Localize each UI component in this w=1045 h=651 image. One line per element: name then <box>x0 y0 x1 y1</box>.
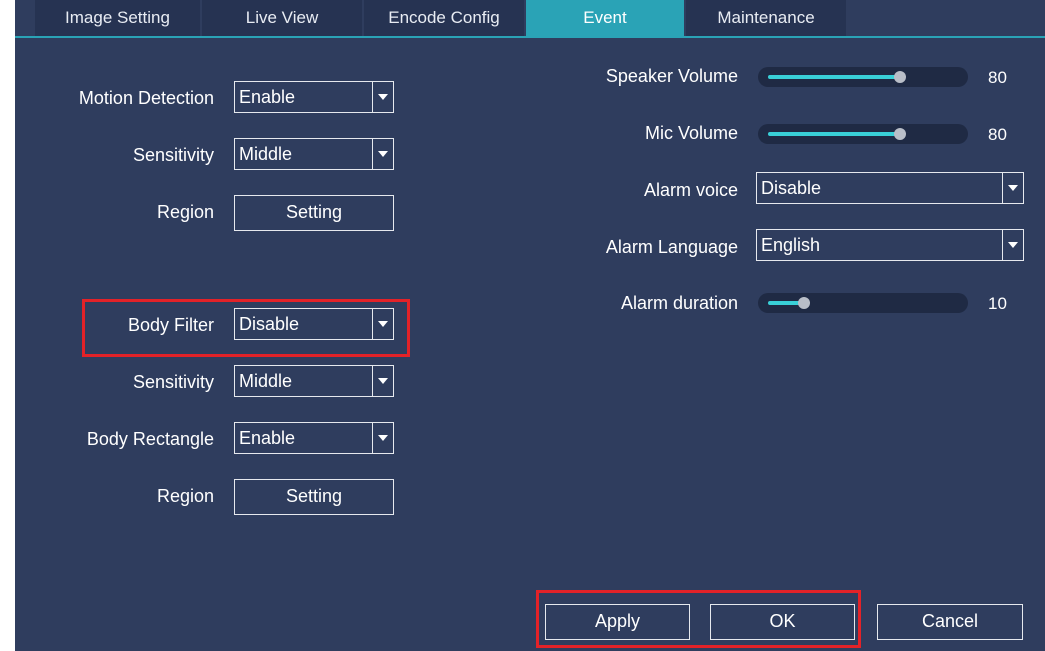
sensitivity-label: Sensitivity <box>132 145 214 165</box>
speaker-volume-slider[interactable] <box>758 67 968 87</box>
body-sensitivity-select[interactable]: Middle <box>234 365 394 397</box>
chevron-down-icon <box>372 309 393 339</box>
mic-volume-label: Mic Volume <box>644 123 738 143</box>
alarm-language-select[interactable]: English <box>756 229 1024 261</box>
region-setting-button[interactable]: Setting <box>234 195 394 231</box>
tab-encode-config[interactable]: Encode Config <box>364 0 524 36</box>
chevron-down-icon <box>372 366 393 396</box>
alarm-duration-knob[interactable] <box>798 297 811 309</box>
tab-event[interactable]: Event <box>526 0 684 36</box>
body-rectangle-label: Body Rectangle <box>86 429 214 449</box>
alarm-duration-value: 10 <box>988 294 1007 313</box>
tab-maintenance[interactable]: Maintenance <box>686 0 846 36</box>
chevron-down-icon <box>1002 173 1023 203</box>
body-filter-label: Body Filter <box>127 315 214 335</box>
alarm-language-label: Alarm Language <box>605 237 738 257</box>
chevron-down-icon <box>372 139 393 169</box>
speaker-volume-fill <box>768 75 901 79</box>
chevron-down-icon <box>1002 230 1023 260</box>
mic-volume-knob[interactable] <box>894 128 907 140</box>
sensitivity-value: Middle <box>239 144 293 164</box>
ok-button[interactable]: OK <box>710 604 855 640</box>
speaker-volume-label: Speaker Volume <box>605 66 738 86</box>
body-filter-value: Disable <box>239 314 300 334</box>
alarm-duration-label: Alarm duration <box>620 293 738 313</box>
body-region-label: Region <box>156 486 214 506</box>
cancel-button[interactable]: Cancel <box>877 604 1023 640</box>
tab-underline <box>15 36 1045 38</box>
chevron-down-icon <box>372 423 393 453</box>
body-rectangle-select[interactable]: Enable <box>234 422 394 454</box>
apply-button[interactable]: Apply <box>545 604 690 640</box>
region-label: Region <box>156 202 214 222</box>
mic-volume-value: 80 <box>988 125 1007 144</box>
speaker-volume-knob[interactable] <box>894 71 907 83</box>
motion-detection-select[interactable]: Enable <box>234 81 394 113</box>
sensitivity-select[interactable]: Middle <box>234 138 394 170</box>
alarm-voice-label: Alarm voice <box>643 180 738 200</box>
alarm-duration-slider[interactable] <box>758 293 968 313</box>
motion-detection-value: Enable <box>239 87 296 107</box>
tab-live-view[interactable]: Live View <box>202 0 362 36</box>
body-sensitivity-label: Sensitivity <box>132 372 214 392</box>
chevron-down-icon <box>372 82 393 112</box>
mic-volume-slider[interactable] <box>758 124 968 144</box>
body-rectangle-value: Enable <box>239 428 296 448</box>
mic-volume-fill <box>768 132 901 136</box>
body-filter-select[interactable]: Disable <box>234 308 394 340</box>
alarm-voice-value: Disable <box>761 178 822 198</box>
alarm-voice-select[interactable]: Disable <box>756 172 1024 204</box>
body-sensitivity-value: Middle <box>239 371 293 391</box>
body-region-setting-button[interactable]: Setting <box>234 479 394 515</box>
tab-image-setting[interactable]: Image Setting <box>35 0 200 36</box>
speaker-volume-value: 80 <box>988 68 1007 87</box>
alarm-language-value: English <box>761 235 821 255</box>
motion-detection-label: Motion Detection <box>78 88 214 108</box>
